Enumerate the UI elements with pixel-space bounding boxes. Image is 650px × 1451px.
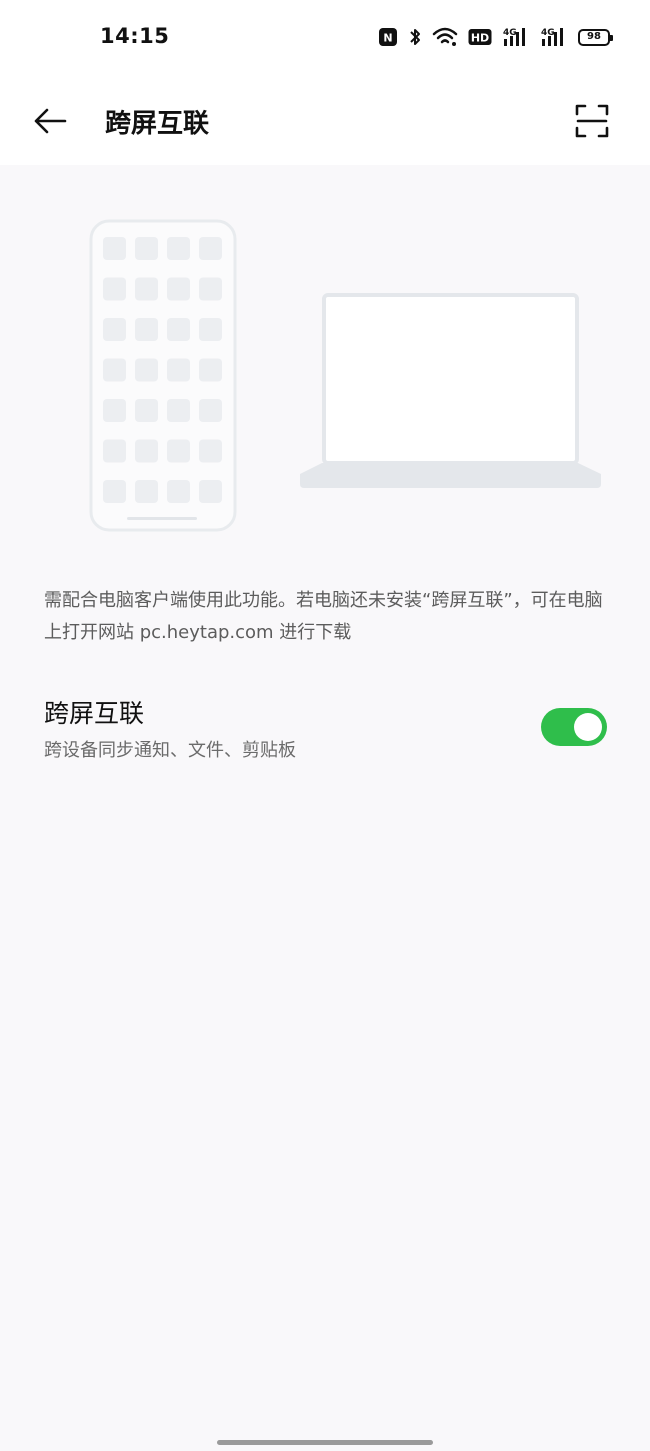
phone-app-tile <box>167 439 190 463</box>
phone-app-tile <box>135 480 158 503</box>
phone-app-tile <box>167 277 190 301</box>
home-indicator[interactable] <box>217 1440 433 1445</box>
setting-subtitle: 跨设备同步通知、文件、剪贴板 <box>44 740 296 761</box>
phone-app-tile <box>103 318 126 341</box>
phone-app-tile <box>103 439 126 463</box>
hd-icon: HD <box>468 28 492 46</box>
cross-screen-toggle[interactable] <box>541 708 607 746</box>
phone-app-tile <box>135 439 158 463</box>
phone-app-tile <box>103 399 126 422</box>
setting-title: 跨屏互联 <box>44 699 145 728</box>
status-bar: 14:15 N HD 4G 4G 98 <box>0 0 650 75</box>
svg-text:HD: HD <box>471 32 489 45</box>
status-time: 14:15 <box>100 24 170 48</box>
phone-laptop-illustration <box>0 210 650 540</box>
arrow-left-icon <box>34 108 67 134</box>
toggle-knob <box>574 713 602 741</box>
phone-app-tile <box>167 399 190 422</box>
bluetooth-icon <box>408 27 422 47</box>
svg-text:N: N <box>383 32 392 45</box>
illustration-graphic <box>89 219 601 532</box>
phone-app-tile <box>199 399 222 422</box>
nfc-icon: N <box>378 27 398 47</box>
svg-text:4G: 4G <box>541 28 555 38</box>
laptop-screen <box>322 293 579 465</box>
battery-level: 98 <box>587 31 601 42</box>
scan-button[interactable] <box>572 101 612 141</box>
phone-app-tile <box>135 399 158 422</box>
cross-screen-setting-row[interactable]: 跨屏互联 跨设备同步通知、文件、剪贴板 <box>0 688 650 776</box>
app-bar: 跨屏互联 <box>0 75 650 165</box>
phone-app-tile <box>135 237 158 260</box>
phone-app-tile <box>199 480 222 503</box>
phone-app-tile <box>199 318 222 341</box>
phone-app-tile <box>103 480 126 503</box>
page-title: 跨屏互联 <box>105 109 210 139</box>
phone-app-tile <box>167 237 190 260</box>
phone-app-tile <box>167 318 190 341</box>
status-icons: N HD 4G 4G 98 <box>378 24 613 50</box>
phone-app-tile <box>103 237 126 260</box>
scan-icon <box>575 104 609 138</box>
phone-app-tile <box>167 480 190 503</box>
phone-app-tile <box>199 358 222 382</box>
signal-4g-icon: 4G <box>502 26 530 48</box>
phone-app-tile <box>135 318 158 341</box>
phone-app-tile <box>135 277 158 301</box>
svg-text:4G: 4G <box>503 28 517 38</box>
phone-app-tile <box>167 358 190 382</box>
back-button[interactable] <box>30 101 70 141</box>
phone-home-bar <box>127 517 197 520</box>
signal-4g-icon: 4G <box>540 26 568 48</box>
phone-app-tile <box>135 358 158 382</box>
feature-description: 需配合电脑客户端使用此功能。若电脑还未安装“跨屏互联”，可在电脑上打开网站 pc… <box>44 590 603 643</box>
phone-app-tile <box>199 237 222 260</box>
wifi-icon <box>432 27 458 47</box>
phone-app-tile <box>103 277 126 301</box>
laptop-base <box>300 463 601 488</box>
phone-app-tile <box>199 277 222 301</box>
phone-app-tile <box>199 439 222 463</box>
battery-icon: 98 <box>578 28 613 46</box>
phone-app-tile <box>103 358 126 382</box>
